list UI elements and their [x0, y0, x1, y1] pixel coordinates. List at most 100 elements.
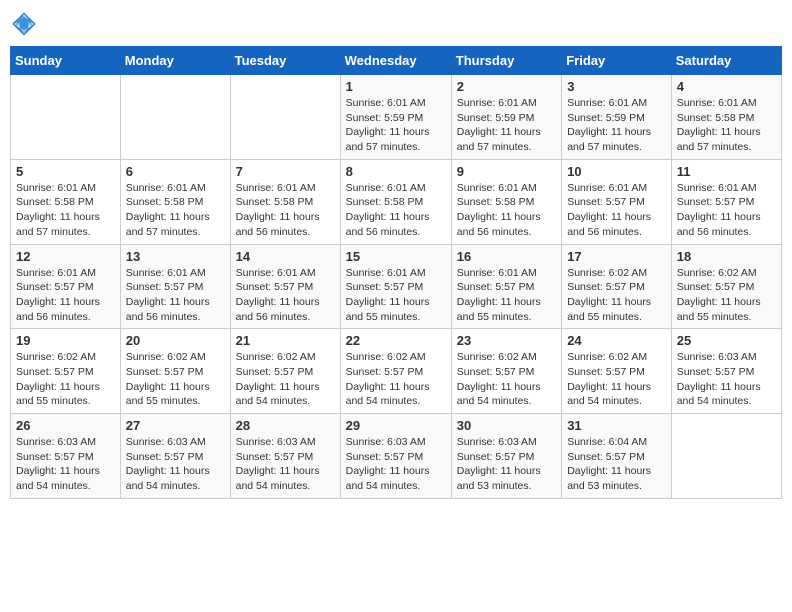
- calendar-cell: 6 Sunrise: 6:01 AM Sunset: 5:58 PM Daylig…: [120, 159, 230, 244]
- day-info: Sunrise: 6:02 AM Sunset: 5:57 PM Dayligh…: [126, 350, 225, 409]
- calendar-week-row: 12 Sunrise: 6:01 AM Sunset: 5:57 PM Dayli…: [11, 244, 782, 329]
- day-info: Sunrise: 6:01 AM Sunset: 5:57 PM Dayligh…: [677, 181, 776, 240]
- day-number: 15: [346, 249, 446, 264]
- weekday-header: Saturday: [671, 47, 781, 75]
- calendar-cell: 7 Sunrise: 6:01 AM Sunset: 5:58 PM Daylig…: [230, 159, 340, 244]
- calendar-cell: 3Sunrise: 6:01 AM Sunset: 5:59 PM Daylig…: [562, 75, 672, 160]
- calendar-cell: 5 Sunrise: 6:01 AM Sunset: 5:58 PM Daylig…: [11, 159, 121, 244]
- day-number: 18: [677, 249, 776, 264]
- day-info: Sunrise: 6:02 AM Sunset: 5:57 PM Dayligh…: [567, 350, 666, 409]
- calendar-cell: 22 Sunrise: 6:02 AM Sunset: 5:57 PM Dayli…: [340, 329, 451, 414]
- calendar-week-row: 19 Sunrise: 6:02 AM Sunset: 5:57 PM Dayli…: [11, 329, 782, 414]
- calendar-cell: 10 Sunrise: 6:01 AM Sunset: 5:57 PM Dayli…: [562, 159, 672, 244]
- day-number: 27: [126, 418, 225, 433]
- day-info: Sunrise: 6:02 AM Sunset: 5:57 PM Dayligh…: [236, 350, 335, 409]
- day-info: Sunrise: 6:02 AM Sunset: 5:57 PM Dayligh…: [567, 266, 666, 325]
- calendar-cell: 31 Sunrise: 6:04 AM Sunset: 5:57 PM Dayli…: [562, 414, 672, 499]
- day-info: Sunrise: 6:03 AM Sunset: 5:57 PM Dayligh…: [126, 435, 225, 494]
- day-info: Sunrise: 6:03 AM Sunset: 5:57 PM Dayligh…: [346, 435, 446, 494]
- day-info: Sunrise: 6:02 AM Sunset: 5:57 PM Dayligh…: [457, 350, 556, 409]
- calendar-cell: 18 Sunrise: 6:02 AM Sunset: 5:57 PM Dayli…: [671, 244, 781, 329]
- day-number: 29: [346, 418, 446, 433]
- day-info: Sunrise: 6:01 AM Sunset: 5:59 PM Dayligh…: [457, 96, 556, 155]
- calendar-cell: 2 Sunrise: 6:01 AM Sunset: 5:59 PM Daylig…: [451, 75, 561, 160]
- calendar-cell: 20 Sunrise: 6:02 AM Sunset: 5:57 PM Dayli…: [120, 329, 230, 414]
- calendar-cell: 9 Sunrise: 6:01 AM Sunset: 5:58 PM Daylig…: [451, 159, 561, 244]
- day-number: 10: [567, 164, 666, 179]
- day-info: Sunrise: 6:03 AM Sunset: 5:57 PM Dayligh…: [236, 435, 335, 494]
- calendar-cell: 29 Sunrise: 6:03 AM Sunset: 5:57 PM Dayli…: [340, 414, 451, 499]
- calendar-cell: 13 Sunrise: 6:01 AM Sunset: 5:57 PM Dayli…: [120, 244, 230, 329]
- logo-icon: [10, 10, 38, 38]
- calendar-cell: 19 Sunrise: 6:02 AM Sunset: 5:57 PM Dayli…: [11, 329, 121, 414]
- calendar-cell: 8 Sunrise: 6:01 AM Sunset: 5:58 PM Daylig…: [340, 159, 451, 244]
- day-info: Sunrise: 6:01 AM Sunset: 5:57 PM Dayligh…: [457, 266, 556, 325]
- calendar-cell: [671, 414, 781, 499]
- calendar-cell: [230, 75, 340, 160]
- day-info: Sunrise: 6:01 AM Sunset: 5:57 PM Dayligh…: [236, 266, 335, 325]
- calendar-table: SundayMondayTuesdayWednesdayThursdayFrid…: [10, 46, 782, 499]
- day-number: 21: [236, 333, 335, 348]
- calendar-cell: 21 Sunrise: 6:02 AM Sunset: 5:57 PM Dayli…: [230, 329, 340, 414]
- day-info: Sunrise: 6:01 AM Sunset: 5:58 PM Dayligh…: [126, 181, 225, 240]
- day-info: Sunrise: 6:01 AM Sunset: 5:57 PM Dayligh…: [16, 266, 115, 325]
- calendar-cell: 23Sunrise: 6:02 AM Sunset: 5:57 PM Dayli…: [451, 329, 561, 414]
- day-info: Sunrise: 6:03 AM Sunset: 5:57 PM Dayligh…: [457, 435, 556, 494]
- day-number: 20: [126, 333, 225, 348]
- day-number: 26: [16, 418, 115, 433]
- weekday-header-row: SundayMondayTuesdayWednesdayThursdayFrid…: [11, 47, 782, 75]
- day-number: 2: [457, 79, 556, 94]
- day-number: 24: [567, 333, 666, 348]
- day-number: 11: [677, 164, 776, 179]
- calendar-cell: 25 Sunrise: 6:03 AM Sunset: 5:57 PM Dayli…: [671, 329, 781, 414]
- calendar-week-row: 1 Sunrise: 6:01 AM Sunset: 5:59 PM Daylig…: [11, 75, 782, 160]
- day-info: Sunrise: 6:02 AM Sunset: 5:57 PM Dayligh…: [16, 350, 115, 409]
- weekday-header: Thursday: [451, 47, 561, 75]
- day-number: 22: [346, 333, 446, 348]
- page-header: [10, 10, 782, 38]
- day-info: Sunrise: 6:01 AM Sunset: 5:57 PM Dayligh…: [126, 266, 225, 325]
- day-info: Sunrise: 6:01 AM Sunset: 5:57 PM Dayligh…: [346, 266, 446, 325]
- calendar-cell: [11, 75, 121, 160]
- day-info: Sunrise: 6:03 AM Sunset: 5:57 PM Dayligh…: [16, 435, 115, 494]
- day-number: 4: [677, 79, 776, 94]
- day-number: 12: [16, 249, 115, 264]
- day-number: 17: [567, 249, 666, 264]
- day-number: 1: [346, 79, 446, 94]
- calendar-week-row: 5 Sunrise: 6:01 AM Sunset: 5:58 PM Daylig…: [11, 159, 782, 244]
- day-info: Sunrise: 6:01 AM Sunset: 5:59 PM Dayligh…: [346, 96, 446, 155]
- day-number: 28: [236, 418, 335, 433]
- day-number: 7: [236, 164, 335, 179]
- day-info: Sunrise: 6:01 AM Sunset: 5:58 PM Dayligh…: [236, 181, 335, 240]
- calendar-cell: 24 Sunrise: 6:02 AM Sunset: 5:57 PM Dayli…: [562, 329, 672, 414]
- day-number: 13: [126, 249, 225, 264]
- logo: [10, 10, 40, 38]
- day-info: Sunrise: 6:03 AM Sunset: 5:57 PM Dayligh…: [677, 350, 776, 409]
- day-number: 9: [457, 164, 556, 179]
- day-info: Sunrise: 6:01 AM Sunset: 5:59 PM Dayligh…: [567, 96, 666, 155]
- day-number: 25: [677, 333, 776, 348]
- day-number: 31: [567, 418, 666, 433]
- day-info: Sunrise: 6:01 AM Sunset: 5:58 PM Dayligh…: [16, 181, 115, 240]
- day-info: Sunrise: 6:01 AM Sunset: 5:58 PM Dayligh…: [677, 96, 776, 155]
- day-info: Sunrise: 6:04 AM Sunset: 5:57 PM Dayligh…: [567, 435, 666, 494]
- calendar-cell: 26 Sunrise: 6:03 AM Sunset: 5:57 PM Dayli…: [11, 414, 121, 499]
- day-number: 6: [126, 164, 225, 179]
- day-number: 8: [346, 164, 446, 179]
- day-info: Sunrise: 6:01 AM Sunset: 5:58 PM Dayligh…: [457, 181, 556, 240]
- day-number: 16: [457, 249, 556, 264]
- calendar-week-row: 26 Sunrise: 6:03 AM Sunset: 5:57 PM Dayli…: [11, 414, 782, 499]
- day-number: 5: [16, 164, 115, 179]
- day-info: Sunrise: 6:01 AM Sunset: 5:58 PM Dayligh…: [346, 181, 446, 240]
- day-info: Sunrise: 6:01 AM Sunset: 5:57 PM Dayligh…: [567, 181, 666, 240]
- calendar-cell: 12 Sunrise: 6:01 AM Sunset: 5:57 PM Dayli…: [11, 244, 121, 329]
- day-info: Sunrise: 6:02 AM Sunset: 5:57 PM Dayligh…: [677, 266, 776, 325]
- calendar-cell: 30Sunrise: 6:03 AM Sunset: 5:57 PM Dayli…: [451, 414, 561, 499]
- calendar-cell: 16 Sunrise: 6:01 AM Sunset: 5:57 PM Dayli…: [451, 244, 561, 329]
- calendar-cell: 4 Sunrise: 6:01 AM Sunset: 5:58 PM Daylig…: [671, 75, 781, 160]
- calendar-cell: [120, 75, 230, 160]
- day-number: 19: [16, 333, 115, 348]
- day-info: Sunrise: 6:02 AM Sunset: 5:57 PM Dayligh…: [346, 350, 446, 409]
- calendar-cell: 28 Sunrise: 6:03 AM Sunset: 5:57 PM Dayli…: [230, 414, 340, 499]
- calendar-cell: 15 Sunrise: 6:01 AM Sunset: 5:57 PM Dayli…: [340, 244, 451, 329]
